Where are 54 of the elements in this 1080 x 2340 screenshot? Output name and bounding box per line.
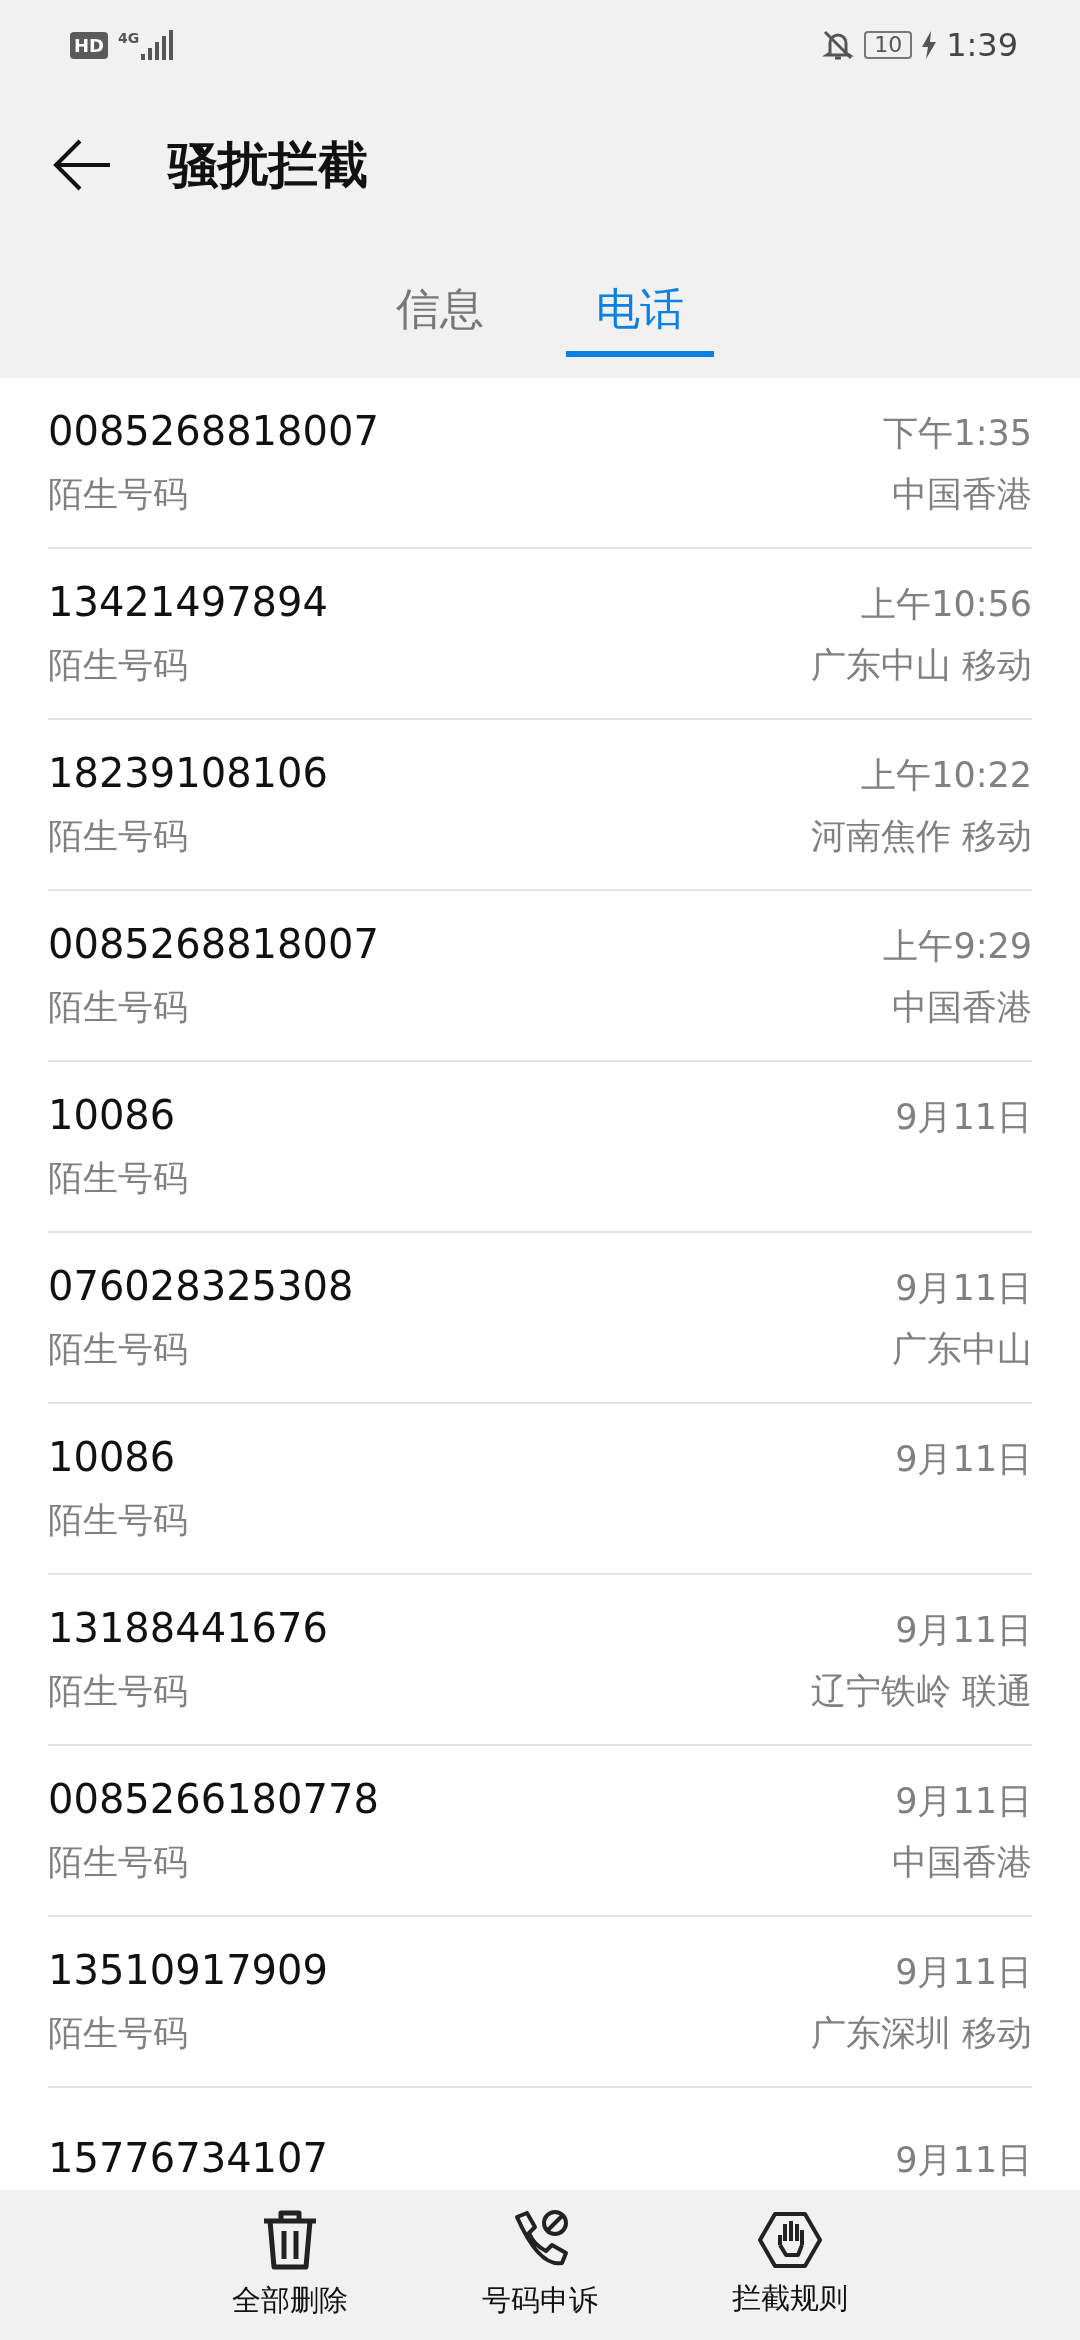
call-time: 9月11日 — [895, 1437, 1032, 1481]
trash-icon — [262, 2209, 318, 2271]
caller-location: 广东中山 — [892, 1327, 1032, 1371]
caller-location: 中国香港 — [892, 1840, 1032, 1884]
phone-number: 10086 — [48, 1091, 176, 1138]
toolbar-button[interactable]: 全部删除 — [210, 2190, 370, 2340]
caller-label: 陌生号码 — [48, 1498, 188, 1542]
caller-label: 陌生号码 — [48, 2011, 188, 2055]
phone-number: 10086 — [48, 1433, 176, 1480]
caller-label: 陌生号码 — [48, 1840, 188, 1884]
bell-off-icon — [822, 29, 855, 61]
call-time: 9月11日 — [895, 1266, 1032, 1310]
phone-number: 13510917909 — [48, 1946, 328, 1993]
caller-label: 陌生号码 — [48, 1669, 188, 1713]
hd-badge: HD — [70, 31, 108, 59]
phone-number: 0085268818007 — [48, 407, 379, 454]
phone-number: 13188441676 — [48, 1604, 328, 1651]
call-time: 上午10:22 — [861, 753, 1032, 797]
phone-number: 0085268818007 — [48, 920, 379, 967]
call-time: 下午1:35 — [883, 411, 1032, 455]
caller-location: 河南焦作 移动 — [810, 814, 1032, 858]
phone-number: 076028325308 — [48, 1262, 354, 1309]
caller-label: 陌生号码 — [48, 643, 188, 687]
page-title: 骚扰拦截 — [168, 134, 368, 196]
call-time: 上午9:29 — [883, 924, 1032, 968]
caller-location: 中国香港 — [892, 985, 1032, 1029]
phone-number: 0085266180778 — [48, 1775, 379, 1822]
call-time: 9月11日 — [895, 1779, 1032, 1823]
caller-label: 陌生号码 — [48, 472, 188, 516]
signal-icon — [141, 30, 174, 60]
tab[interactable]: 电话 — [566, 280, 714, 357]
caller-label: 陌生号码 — [48, 985, 188, 1029]
call-time: 上午10:56 — [861, 582, 1032, 626]
battery-level: 10 — [864, 31, 913, 59]
caller-location: 广东中山 移动 — [810, 643, 1032, 687]
tab[interactable]: 信息 — [366, 280, 514, 357]
call-time: 9月11日 — [895, 1608, 1032, 1652]
phone-number: 13421497894 — [48, 578, 328, 625]
phone-number: 18239108106 — [48, 749, 328, 796]
toolbar-button[interactable]: 号码申诉 — [460, 2190, 620, 2340]
clock-time: 1:39 — [946, 26, 1018, 64]
caller-location: 辽宁铁岭 联通 — [810, 1669, 1032, 1713]
stop-hand-icon — [758, 2211, 822, 2269]
phone-number: 15776734107 — [48, 2135, 328, 2181]
caller-label: 陌生号码 — [48, 814, 188, 858]
call-time: 9月11日 — [895, 1950, 1032, 1994]
caller-label: 陌生号码 — [48, 1156, 188, 1200]
caller-location: 中国香港 — [892, 472, 1032, 516]
network-type: 4G — [118, 30, 140, 46]
caller-label: 陌生号码 — [48, 1327, 188, 1371]
call-time: 9月11日 — [895, 2139, 1032, 2182]
toolbar-button[interactable]: 拦截规则 — [710, 2190, 870, 2340]
call-time: 9月11日 — [895, 1095, 1032, 1139]
caller-location: 广东深圳 移动 — [810, 2011, 1032, 2055]
